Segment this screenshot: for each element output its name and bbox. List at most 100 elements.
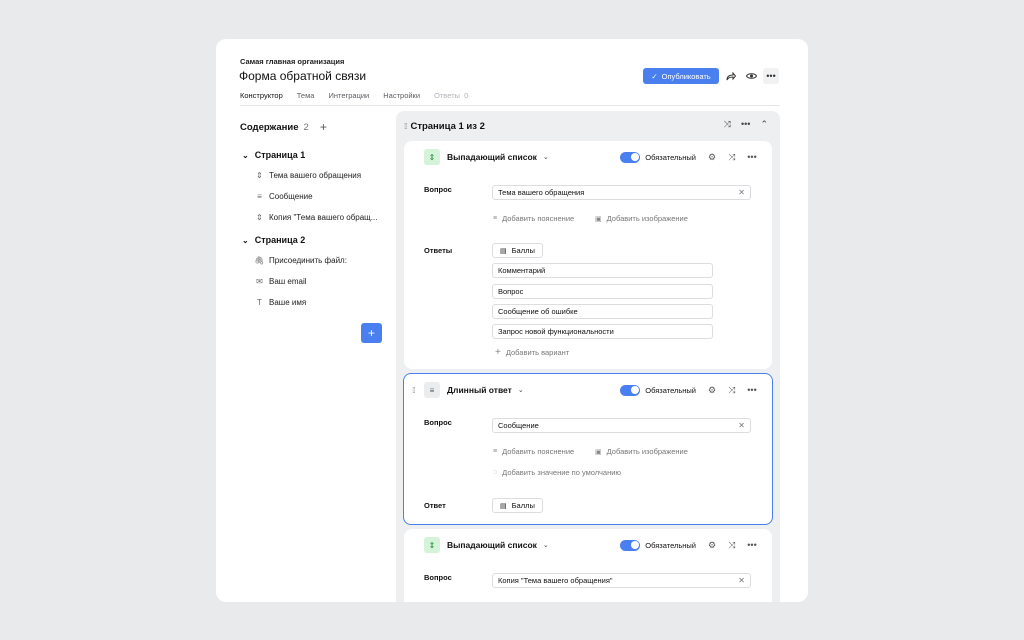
answer-option-field[interactable]: Комментарий: [492, 263, 713, 278]
sidebar-item-label: Ваш email: [269, 277, 307, 286]
more-menu-icon[interactable]: •••: [746, 540, 758, 550]
text-lines-icon: ≡: [257, 192, 262, 201]
add-question-button[interactable]: +: [361, 323, 382, 343]
chevron-down-icon[interactable]: ⌄: [543, 541, 549, 549]
form-editor-window: Самая главная организация Форма обратной…: [216, 39, 808, 602]
paperclip-icon: 🖇: [254, 256, 265, 265]
question-type-label[interactable]: Выпадающий список: [447, 152, 537, 162]
add-default-link[interactable]: ◌ Добавить значение по умолчанию: [493, 468, 621, 477]
chevron-down-icon[interactable]: ⌄: [242, 151, 249, 160]
required-toggle[interactable]: [620, 539, 641, 551]
image-icon: ▣: [595, 215, 602, 223]
more-menu-icon[interactable]: •••: [746, 385, 758, 395]
question-input[interactable]: Тема вашего обращения ✕: [492, 185, 751, 200]
organization-name: Самая главная организация: [240, 57, 345, 66]
tab-integrations[interactable]: Интеграции: [328, 91, 369, 106]
add-default-label: Добавить значение по умолчанию: [502, 468, 622, 477]
tabs-divider: [240, 105, 780, 106]
share-icon[interactable]: [723, 68, 739, 84]
page-actions: ⤨ ••• ⌃: [724, 119, 768, 130]
sidebar-item-message[interactable]: ≡ Сообщение: [256, 192, 313, 201]
required-toggle[interactable]: [620, 151, 641, 163]
clear-icon[interactable]: ✕: [738, 576, 745, 585]
sidebar-item-label: Ваше имя: [269, 298, 307, 307]
sidebar-page-2[interactable]: ⌄ Страница 2: [242, 235, 305, 245]
question-card-long-answer[interactable]: ⁞⁞ ≡ Длинный ответ ⌄ Обязательный ⚙ ⤨ ••…: [403, 373, 773, 525]
sidebar-item-label: Копия "Тема вашего обращ...: [269, 213, 378, 222]
chevron-down-icon[interactable]: ⌄: [543, 153, 549, 161]
answer-option-field[interactable]: Вопрос: [492, 284, 713, 299]
email-icon: ✉: [256, 277, 263, 286]
tab-answers[interactable]: Ответы 0: [434, 91, 468, 106]
tab-settings[interactable]: Настройки: [383, 91, 420, 106]
add-image-label: Добавить изображение: [606, 214, 688, 223]
contents-heading: Содержание 2 +: [240, 120, 327, 134]
question-card-dropdown[interactable]: ⇕ Выпадающий список ⌄ Обязательный ⚙ ⤨ •…: [404, 141, 772, 369]
add-hint-link[interactable]: ≡ Добавить пояснение: [493, 447, 574, 456]
dropdown-icon: ⇕: [256, 171, 263, 180]
contents-title: Содержание: [240, 121, 299, 133]
question-type-label[interactable]: Длинный ответ: [447, 385, 512, 395]
tab-constructor[interactable]: Конструктор: [240, 91, 283, 106]
publish-button-label: Опубликовать: [661, 71, 711, 81]
publish-button[interactable]: ✓ Опубликовать: [643, 68, 719, 84]
points-button[interactable]: ▤ Баллы: [492, 498, 543, 513]
sidebar-item-topic-copy[interactable]: ⇕ Копия "Тема вашего обращ...: [256, 213, 377, 222]
dropdown-icon: ⇕: [256, 213, 263, 222]
dropdown-type-icon: ⇕: [424, 537, 440, 553]
add-option-link[interactable]: + Добавить вариант: [495, 347, 569, 358]
question-input-value: Тема вашего обращения: [498, 188, 585, 197]
drag-handle-icon[interactable]: ⁞⁞: [404, 122, 408, 131]
add-image-link[interactable]: ▣ Добавить изображение: [595, 214, 688, 223]
required-toggle[interactable]: [620, 384, 641, 396]
text-lines-icon: ≡: [424, 382, 440, 398]
sidebar-item-email[interactable]: ✉ Ваш email: [256, 277, 307, 286]
add-hint-label: Добавить пояснение: [502, 214, 575, 223]
add-page-icon[interactable]: +: [320, 120, 327, 134]
page-title: Страница 1 из 2: [410, 120, 485, 132]
sidebar-page-1[interactable]: ⌄ Страница 1: [242, 150, 305, 160]
more-menu-icon[interactable]: •••: [763, 68, 779, 84]
sidebar-item-label: Сообщение: [269, 192, 313, 201]
sidebar-item-topic[interactable]: ⇕ Тема вашего обращения: [256, 171, 361, 180]
chevron-down-icon[interactable]: ⌄: [518, 386, 524, 394]
sidebar-page-label: Страница 1: [254, 150, 306, 160]
gear-icon[interactable]: ⚙: [706, 152, 718, 163]
dashed-circle-icon: ◌: [493, 469, 498, 476]
shuffle-icon[interactable]: ⤨: [726, 540, 738, 551]
question-type-label[interactable]: Выпадающий список: [447, 540, 537, 550]
shuffle-icon[interactable]: ⤨: [724, 119, 731, 130]
shuffle-icon[interactable]: ⤨: [726, 385, 738, 396]
clear-icon[interactable]: ✕: [738, 188, 745, 197]
shuffle-icon[interactable]: ⤨: [726, 152, 738, 163]
drag-handle-icon[interactable]: ⁞⁞: [412, 386, 416, 395]
clear-icon[interactable]: ✕: [738, 421, 745, 430]
question-input[interactable]: Сообщение ✕: [492, 418, 751, 433]
question-card-header: ⇕ Выпадающий список ⌄ Обязательный ⚙ ⤨ •…: [424, 149, 758, 165]
question-card-header: ⇕ Выпадающий список ⌄ Обязательный ⚙ ⤨ •…: [424, 537, 758, 553]
sidebar-item-attach-file[interactable]: 🖇 Присоединить файл:: [254, 256, 347, 265]
points-button[interactable]: ▤ Баллы: [492, 243, 543, 258]
question-input[interactable]: Копия "Тема вашего обращения" ✕: [492, 573, 751, 588]
more-menu-icon[interactable]: •••: [746, 152, 758, 162]
question-card-actions: Обязательный ⚙ ⤨ •••: [620, 382, 758, 398]
add-image-link[interactable]: ▣ Добавить изображение: [595, 447, 688, 456]
chevron-down-icon[interactable]: ⌄: [242, 236, 249, 245]
preview-eye-icon[interactable]: [743, 68, 759, 84]
text-lines-icon: ≡: [493, 215, 498, 222]
sidebar-item-label: Тема вашего обращения: [269, 171, 362, 180]
form-title[interactable]: Форма обратной связи: [239, 69, 366, 83]
dropdown-type-icon: ⇕: [424, 149, 440, 165]
gear-icon[interactable]: ⚙: [706, 385, 718, 396]
add-hint-link[interactable]: ≡ Добавить пояснение: [493, 214, 574, 223]
sidebar-item-name[interactable]: T Ваше имя: [256, 298, 306, 307]
more-menu-icon[interactable]: •••: [741, 119, 750, 130]
answer-option-field[interactable]: Запрос новой функциональности: [492, 324, 713, 339]
answer-option-field[interactable]: Сообщение об ошибке: [492, 304, 713, 319]
question-card-dropdown-copy[interactable]: ⇕ Выпадающий список ⌄ Обязательный ⚙ ⤨ •…: [404, 529, 772, 602]
chevron-up-icon[interactable]: ⌃: [760, 119, 768, 130]
tab-answers-count: 0: [464, 91, 469, 100]
question-input-value: Копия "Тема вашего обращения": [498, 576, 613, 585]
tab-theme[interactable]: Тема: [297, 91, 315, 106]
gear-icon[interactable]: ⚙: [706, 540, 718, 551]
